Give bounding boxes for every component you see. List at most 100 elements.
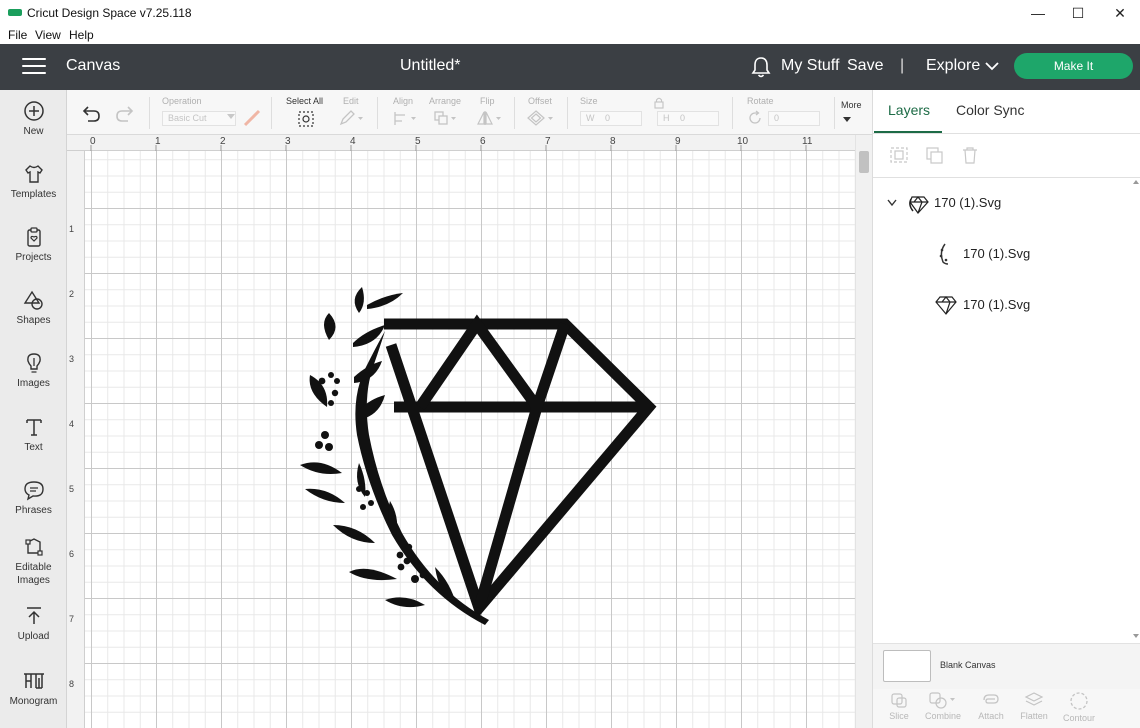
sidebar-item-images[interactable]: Images (0, 352, 67, 390)
sidebar-item-templates[interactable]: Templates (0, 163, 67, 201)
sidebar-item-text[interactable]: Text (0, 416, 67, 454)
menu-bar: File View Help (0, 26, 1140, 44)
layer-row[interactable]: 170 (1).Svg (873, 234, 1131, 274)
sidebar-item-label: Shapes (16, 315, 51, 326)
blank-canvas-label: Blank Canvas (940, 660, 996, 670)
edit-pencil-icon[interactable] (339, 110, 365, 126)
rotate-field[interactable]: 0 (768, 111, 820, 126)
sidebar-item-editable-images[interactable]: Editable Images (0, 536, 67, 587)
sidebar-item-label: Projects (15, 252, 52, 263)
layer-group-name: 170 (1).Svg (934, 195, 1002, 210)
hamburger-menu-icon[interactable] (22, 58, 46, 76)
sidebar-item-upload[interactable]: Upload (0, 605, 67, 643)
cricut-logo-icon (8, 9, 22, 16)
rotate-label: Rotate (747, 96, 774, 106)
operation-select[interactable]: Basic Cut (162, 111, 236, 126)
sidebar-item-label: Monogram (9, 696, 58, 707)
toolbar-divider (834, 97, 835, 129)
scrollbar-thumb[interactable] (859, 151, 869, 173)
diamond-wreath-design[interactable] (295, 285, 665, 630)
menu-help[interactable]: Help (69, 28, 94, 42)
diamond-wreath-thumbnail-icon (909, 196, 929, 214)
window-titlebar: Cricut Design Space v7.25.118 — ☐ ✕ (0, 0, 1140, 26)
operation-value: Basic Cut (168, 113, 207, 123)
minimize-button[interactable]: — (1018, 2, 1058, 24)
menu-view[interactable]: View (35, 28, 61, 42)
redo-icon[interactable] (115, 105, 135, 123)
sidebar-item-monogram[interactable]: Monogram (0, 670, 67, 708)
arrange-icon[interactable] (433, 111, 459, 126)
layers-panel: Layers Color Sync 170 (1).Svg 170 (1).Sv… (872, 90, 1140, 728)
bell-icon[interactable] (750, 55, 772, 79)
toolbar-divider (377, 97, 378, 129)
layer-group-row[interactable]: 170 (1).Svg (873, 183, 1131, 223)
group-icon[interactable] (889, 146, 909, 164)
plus-circle-icon (23, 101, 44, 121)
pen-color-icon[interactable] (243, 109, 261, 127)
sidebar-item-shapes[interactable]: Shapes (0, 289, 67, 327)
sidebar-item-label: Images (17, 378, 50, 389)
save-button[interactable]: Save (847, 57, 883, 75)
chevron-down-icon[interactable] (985, 61, 999, 71)
close-button[interactable]: ✕ (1100, 2, 1140, 24)
sidebar-item-new[interactable]: New (0, 100, 67, 138)
flip-icon[interactable] (477, 110, 503, 126)
sidebar-item-label: New (23, 126, 44, 137)
window-title: Cricut Design Space v7.25.118 (27, 6, 192, 20)
my-stuff-link[interactable]: My Stuff (781, 57, 839, 75)
speech-bubble-icon (23, 481, 44, 501)
rotate-icon[interactable] (747, 110, 763, 126)
panel-scrollbar[interactable] (1131, 178, 1140, 643)
trash-icon[interactable] (961, 146, 979, 164)
design-canvas[interactable]: 0 1 2 3 4 5 6 7 8 9 10 11 1 2 3 4 5 6 7 … (67, 135, 855, 728)
tab-color-sync[interactable]: Color Sync (956, 102, 1024, 118)
leaf-branch-thumbnail-icon (939, 243, 949, 265)
document-title: Untitled* (400, 57, 461, 74)
monogram-icon (23, 673, 44, 689)
app-header: Canvas Untitled* My Stuff Save | Explore… (0, 44, 1140, 90)
attach-label: Attach (978, 711, 1004, 721)
toolbar-divider (732, 97, 733, 129)
attach-button[interactable]: Attach (968, 691, 1014, 721)
tab-layers[interactable]: Layers (888, 102, 930, 118)
blank-canvas-row[interactable]: Blank Canvas (873, 643, 1140, 689)
sidebar-item-projects[interactable]: Projects (0, 226, 67, 264)
contour-button[interactable]: Contour (1056, 691, 1102, 723)
ruler-tick-label: 8 (610, 136, 616, 147)
align-icon[interactable] (393, 111, 419, 126)
width-field[interactable]: W 0 (580, 111, 642, 126)
menu-file[interactable]: File (8, 28, 27, 42)
slice-button[interactable]: Slice (876, 691, 922, 721)
lock-icon[interactable] (654, 97, 664, 109)
caret-down-icon[interactable] (843, 117, 851, 122)
combine-button[interactable]: Combine (920, 691, 966, 721)
chevron-down-icon[interactable] (887, 199, 897, 207)
duplicate-icon[interactable] (925, 146, 945, 164)
size-label: Size (580, 96, 598, 106)
slice-label: Slice (889, 711, 909, 721)
toolbar-divider (149, 97, 150, 129)
ruler-tick-label: 7 (69, 614, 75, 624)
explore-menu[interactable]: Explore (926, 57, 980, 75)
layer-actions-bar (873, 134, 1140, 178)
shapes-icon (23, 290, 43, 310)
width-prefix: W (586, 113, 595, 123)
maximize-button[interactable]: ☐ (1058, 2, 1098, 24)
select-all-icon[interactable] (297, 110, 315, 128)
sidebar-item-label: Templates (10, 189, 57, 200)
height-field[interactable]: H 0 (657, 111, 719, 126)
ruler-tick-label: 10 (737, 136, 749, 147)
ruler-tick-label: 2 (220, 136, 226, 147)
contour-label: Contour (1062, 713, 1096, 723)
layer-row[interactable]: 170 (1).Svg (873, 285, 1131, 325)
undo-icon[interactable] (81, 105, 101, 123)
make-it-button[interactable]: Make It (1014, 53, 1133, 79)
combine-label: Combine (924, 711, 962, 721)
flatten-button[interactable]: Flatten (1011, 691, 1057, 721)
offset-icon[interactable] (527, 110, 555, 126)
canvas-vertical-scrollbar[interactable] (855, 135, 872, 728)
blank-canvas-swatch[interactable] (883, 650, 931, 682)
sidebar-item-phrases[interactable]: Phrases (0, 479, 67, 517)
ruler-tick-label: 3 (285, 136, 291, 147)
more-label[interactable]: More (841, 100, 862, 110)
